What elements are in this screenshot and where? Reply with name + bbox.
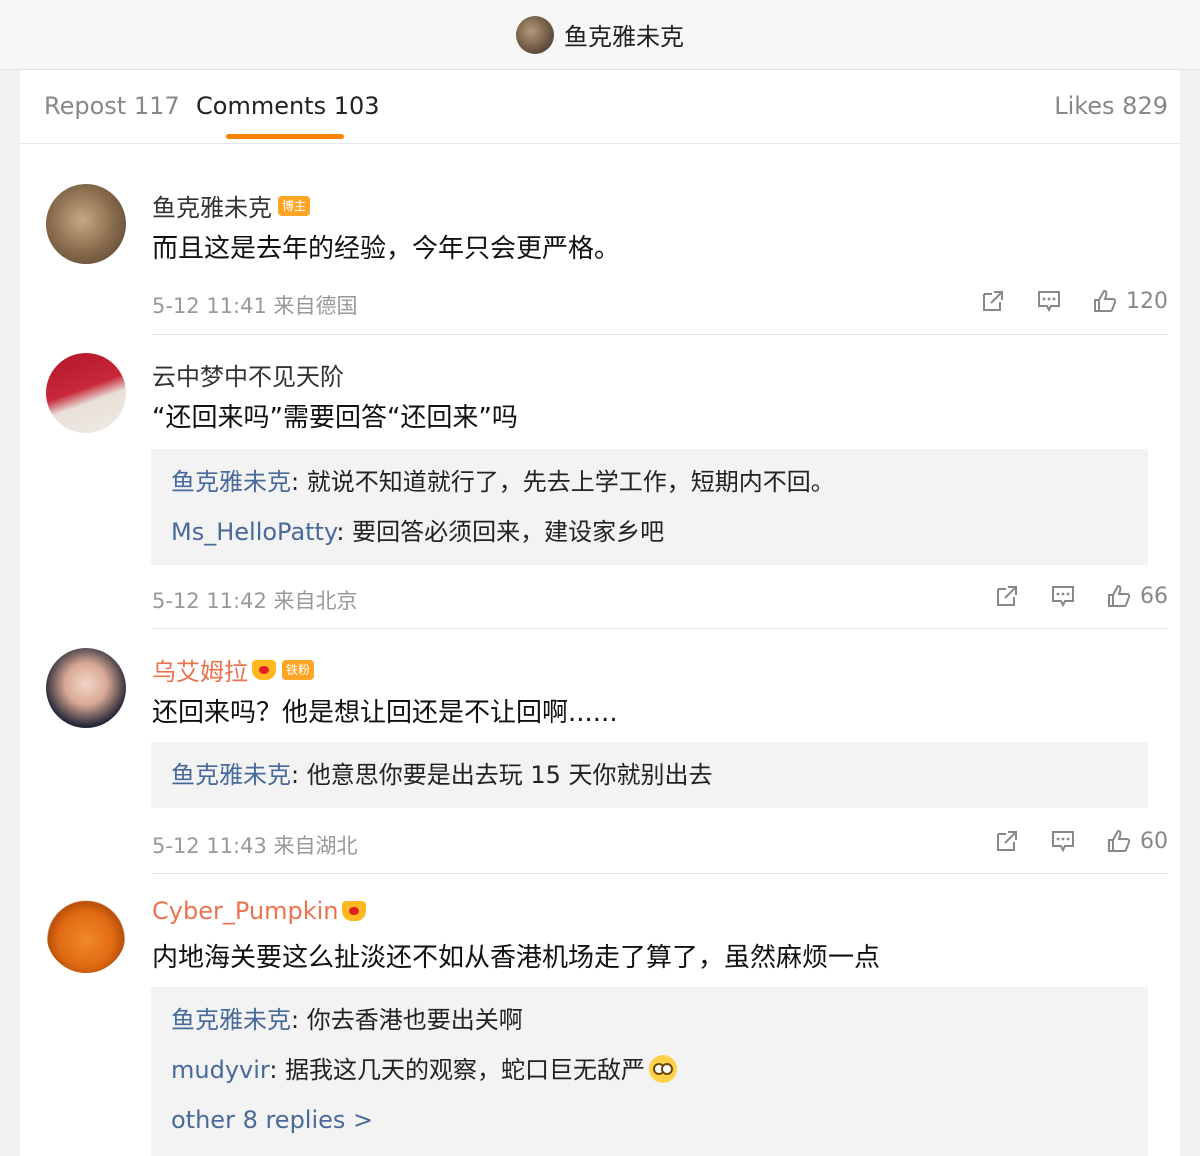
reply-text: : 他意思你要是出去玩 15 天你就别出去 — [291, 761, 713, 789]
reply-text: : 要回答必须回来，建设家乡吧 — [336, 518, 665, 546]
fan-badge: 铁粉 — [282, 659, 315, 680]
reply-box: 鱼克雅未克: 就说不知道就行了，先去上学工作，短期内不回。 Ms_HelloPa… — [151, 449, 1148, 565]
crown-icon — [342, 901, 367, 921]
reply-text: : 据我这几天的观察，蛇口巨无敌严 — [269, 1056, 646, 1084]
avatar[interactable] — [46, 648, 126, 728]
comment-text: “还回来吗”需要回答“还回来”吗 — [152, 403, 518, 433]
thumbs-up-icon[interactable] — [1106, 583, 1132, 609]
reply-box: 鱼克雅未克: 他意思你要是出去玩 15 天你就别出去 — [151, 742, 1148, 808]
reply[interactable]: Ms_HelloPatty: 要回答必须回来，建设家乡吧 — [171, 507, 1128, 557]
reply-author[interactable]: 鱼克雅未克 — [171, 761, 291, 789]
tab-likes[interactable]: Likes 829 — [1054, 92, 1168, 120]
like-count: 60 — [1140, 828, 1168, 854]
repost-icon[interactable] — [994, 828, 1020, 854]
commenter-name[interactable]: 鱼克雅未克 — [152, 188, 272, 223]
comment-meta: 5-12 11:43 来自湖北 — [152, 834, 358, 858]
avatar[interactable] — [46, 893, 126, 973]
reply-author[interactable]: mudyvir — [171, 1056, 269, 1084]
commenter-name[interactable]: 云中梦中不见天阶 — [152, 357, 344, 392]
comments-card: Repost 117 Comments 103 Likes 829 鱼克雅未克 … — [20, 70, 1180, 1156]
comment-text: 而且这是去年的经验，今年只会更严格。 — [152, 234, 621, 264]
reply[interactable]: mudyvir: 据我这几天的观察，蛇口巨无敌严 — [171, 1045, 1128, 1095]
active-tab-indicator — [226, 134, 344, 139]
more-replies-label[interactable]: other 8 replies > — [171, 1106, 373, 1134]
reply[interactable]: 鱼克雅未克: 就说不知道就行了，先去上学工作，短期内不回。 — [171, 457, 1128, 507]
commenter-name[interactable]: 乌艾姆拉 — [152, 652, 248, 687]
comment-item: 鱼克雅未克 博主 而且这是去年的经验，今年只会更严格。 5-12 11:41 来… — [20, 184, 1180, 334]
comment-meta: 5-12 11:41 来自德国 — [152, 294, 358, 318]
reply-author[interactable]: 鱼克雅未克 — [171, 1006, 291, 1034]
reply[interactable]: 鱼克雅未克: 你去香港也要出关啊 — [171, 995, 1128, 1045]
more-replies-link[interactable]: other 8 replies > — [171, 1095, 1128, 1145]
comment-icon[interactable] — [1050, 583, 1076, 609]
avatar[interactable] — [46, 353, 126, 433]
avatar[interactable] — [46, 184, 126, 264]
tab-repost[interactable]: Repost 117 — [44, 92, 180, 120]
repost-icon[interactable] — [980, 288, 1006, 314]
comment-icon[interactable] — [1050, 828, 1076, 854]
divider — [152, 873, 1168, 874]
divider — [152, 334, 1168, 335]
author-avatar[interactable] — [516, 15, 554, 54]
crown-icon — [252, 659, 276, 680]
comment-text: 还回来吗？他是想让回还是不让回啊...... — [152, 698, 618, 728]
comment-meta: 5-12 11:42 来自北京 — [152, 589, 358, 613]
thumbs-up-icon[interactable] — [1092, 288, 1118, 314]
reply-text: : 你去香港也要出关啊 — [291, 1006, 523, 1034]
comment-item: Cyber_Pumpkin 内地海关要这么扯淡还不如从香港机场走了算了，虽然麻烦… — [20, 893, 1180, 1156]
like-count: 120 — [1126, 288, 1168, 314]
tab-comments[interactable]: Comments 103 — [196, 92, 380, 120]
reply-author[interactable]: Ms_HelloPatty — [171, 518, 336, 546]
astonished-emoji-icon — [649, 1055, 678, 1083]
commenter-name[interactable]: Cyber_Pumpkin — [152, 897, 338, 925]
comment-icon[interactable] — [1036, 288, 1062, 314]
top-bar: 鱼克雅未克 — [0, 0, 1200, 70]
comment-text: 内地海关要这么扯淡还不如从香港机场走了算了，虽然麻烦一点 — [152, 943, 881, 973]
tab-bar: Repost 117 Comments 103 Likes 829 — [20, 70, 1180, 144]
like-count: 66 — [1140, 583, 1168, 609]
reply-box: 鱼克雅未克: 你去香港也要出关啊 mudyvir: 据我这几天的观察，蛇口巨无敌… — [151, 987, 1148, 1156]
reply-author[interactable]: 鱼克雅未克 — [171, 468, 291, 496]
reply[interactable]: 鱼克雅未克: 他意思你要是出去玩 15 天你就别出去 — [171, 750, 1128, 800]
comment-item: 云中梦中不见天阶 “还回来吗”需要回答“还回来”吗 鱼克雅未克: 就说不知道就行… — [20, 353, 1180, 628]
reply-text: : 就说不知道就行了，先去上学工作，短期内不回。 — [291, 468, 835, 496]
repost-icon[interactable] — [994, 583, 1020, 609]
page-title: 鱼克雅未克 — [564, 23, 684, 51]
comment-item: 乌艾姆拉 铁粉 还回来吗？他是想让回还是不让回啊...... 鱼克雅未克: 他意… — [20, 648, 1180, 873]
author-badge: 博主 — [278, 195, 311, 216]
divider — [152, 628, 1168, 629]
thumbs-up-icon[interactable] — [1106, 828, 1132, 854]
